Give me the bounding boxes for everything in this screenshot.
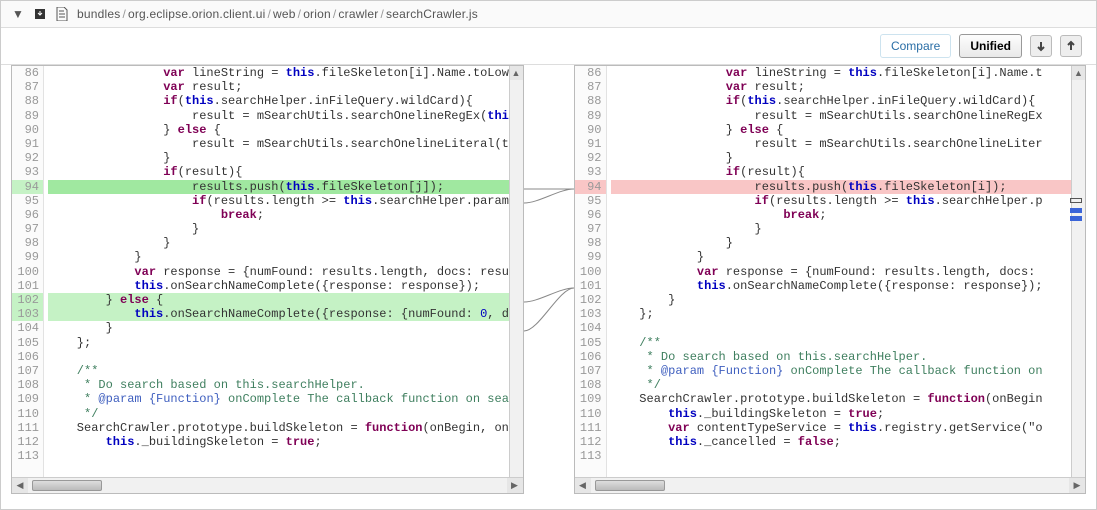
right-gutter: 8687888990919293949596979899100101102103…: [575, 66, 607, 477]
download-icon[interactable]: [33, 7, 47, 21]
left-hscrollbar[interactable]: ◀ ▶: [12, 477, 523, 493]
right-hscrollbar[interactable]: ◀ ▶: [575, 477, 1086, 493]
hscroll-thumb[interactable]: [32, 480, 102, 491]
right-code[interactable]: var lineString = this.fileSkeleton[i].Na…: [607, 66, 1086, 477]
next-diff-button[interactable]: [1030, 35, 1052, 57]
scroll-right-icon[interactable]: ▶: [1069, 478, 1085, 493]
scroll-up-icon[interactable]: ▲: [510, 66, 523, 80]
overview-ruler[interactable]: [1067, 68, 1085, 468]
breadcrumb[interactable]: bundles/org.eclipse.orion.client.ui/web/…: [77, 7, 478, 21]
diff-connector: [524, 65, 574, 494]
unified-button[interactable]: Unified: [959, 34, 1022, 58]
diff-container: 8687888990919293949596979899100101102103…: [1, 64, 1096, 494]
scroll-left-icon[interactable]: ◀: [12, 478, 28, 493]
scroll-left-icon[interactable]: ◀: [575, 478, 591, 493]
left-vscrollbar[interactable]: ▲: [509, 66, 523, 477]
collapse-toggle-icon[interactable]: ▼: [11, 7, 25, 21]
file-header: ▼ bundles/org.eclipse.orion.client.ui/we…: [1, 1, 1096, 28]
left-gutter: 8687888990919293949596979899100101102103…: [12, 66, 44, 477]
left-code[interactable]: var lineString = this.fileSkeleton[i].Na…: [44, 66, 523, 477]
diff-toolbar: Compare Unified: [1, 28, 1096, 64]
scroll-right-icon[interactable]: ▶: [507, 478, 523, 493]
prev-diff-button[interactable]: [1060, 35, 1082, 57]
hscroll-thumb[interactable]: [595, 480, 665, 491]
left-pane: 8687888990919293949596979899100101102103…: [11, 65, 524, 494]
file-icon: [55, 7, 69, 21]
compare-button[interactable]: Compare: [880, 34, 951, 58]
right-pane: 8687888990919293949596979899100101102103…: [574, 65, 1087, 494]
